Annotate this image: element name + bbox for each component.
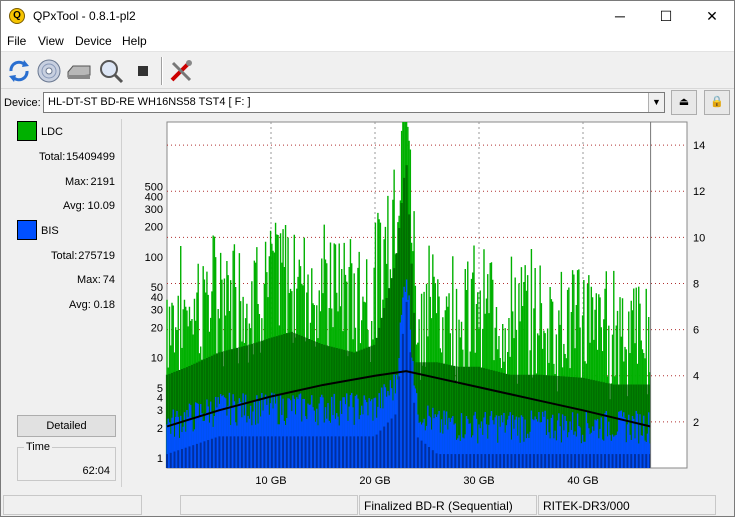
y-left-tick-label: 1 xyxy=(157,453,163,465)
y-left-tick-label: 300 xyxy=(145,204,163,216)
y-left-tick-label: 30 xyxy=(151,305,163,317)
refresh-icon[interactable] xyxy=(5,57,33,85)
drive-icon[interactable] xyxy=(65,57,93,85)
device-select-value: HL-DT-ST BD-RE WH16NS58 TST4 [ F: ] xyxy=(48,96,251,108)
y-right-tick-label: 2 xyxy=(693,417,699,429)
y-left-tick-label: 2 xyxy=(157,423,163,435)
y-left-tick-label: 20 xyxy=(151,322,163,334)
y-left-tick-label: 100 xyxy=(145,252,163,264)
y-left-tick-label: 3 xyxy=(157,405,163,417)
bis-name: BIS xyxy=(41,225,59,237)
ldc-total-label: Total: xyxy=(39,151,66,163)
menu-file[interactable]: File xyxy=(7,34,26,48)
ldc-max-value: 2191 xyxy=(90,176,115,188)
ldc-avg-value: 10.09 xyxy=(87,200,115,212)
stop-icon[interactable] xyxy=(129,57,157,85)
title-bar: Q QPxTool - 0.8.1-pl2 ─ ☐ ✕ xyxy=(1,1,734,31)
chart-svg: 10 GB 20 GB 30 GB 40 GB24681012141234510203… xyxy=(145,121,705,487)
bis-legend-icon xyxy=(17,220,37,240)
ldc-max-label: Max: xyxy=(65,176,89,188)
status-pane-1 xyxy=(3,495,142,515)
close-button[interactable]: ✕ xyxy=(689,1,735,31)
detailed-button[interactable]: Detailed xyxy=(17,415,116,437)
ldc-total-value: 15409499 xyxy=(66,151,115,163)
lock-button[interactable]: 🔒 xyxy=(704,90,730,115)
disc-icon[interactable] xyxy=(35,57,63,85)
menu-bar: File View Device Help xyxy=(1,31,734,52)
menu-device[interactable]: Device xyxy=(75,34,112,48)
y-left-tick-label: 5 xyxy=(157,383,163,395)
y-right-tick-label: 10 xyxy=(693,232,705,244)
eject-button[interactable]: ⏏ xyxy=(671,90,697,115)
bis-max-label: Max: xyxy=(77,274,101,286)
scan-icon[interactable] xyxy=(97,57,125,85)
device-select[interactable]: HL-DT-ST BD-RE WH16NS58 TST4 [ F: ] ▼ xyxy=(43,92,665,113)
x-tick-label: 10 GB xyxy=(255,475,286,487)
bis-total-label: Total: xyxy=(51,250,78,262)
stats-panel: LDC Total: 15409499 Max: 2191 Avg: 10.09… xyxy=(10,119,122,487)
y-left-tick-label: 10 xyxy=(151,353,163,365)
device-label: Device: xyxy=(4,97,41,109)
y-left-tick-label: 200 xyxy=(145,222,163,234)
window-title: QPxTool - 0.8.1-pl2 xyxy=(33,9,136,23)
ldc-avg-label: Avg: xyxy=(63,200,85,212)
tools-icon[interactable] xyxy=(167,57,195,85)
minimize-button[interactable]: ─ xyxy=(597,1,643,31)
status-media: Finalized BD-R (Sequential) xyxy=(359,495,537,515)
chart-area: 10 GB 20 GB 30 GB 40 GB 2 4 6 8 10 12 14 1 2 3 4 5 10 20 3… xyxy=(121,117,735,491)
app-window: Q QPxTool - 0.8.1-pl2 ─ ☐ ✕ File View De… xyxy=(0,0,735,517)
bis-avg-value: 0.18 xyxy=(93,299,115,311)
x-tick-label: 20 GB xyxy=(359,475,390,487)
bis-total-value: 275719 xyxy=(78,250,115,262)
toolbar-separator xyxy=(161,57,163,85)
menu-view[interactable]: View xyxy=(38,34,64,48)
chevron-down-icon[interactable]: ▼ xyxy=(648,93,664,112)
status-bar: Finalized BD-R (Sequential) RITEK-DR3/00… xyxy=(1,493,734,516)
y-right-tick-label: 8 xyxy=(693,278,699,290)
maximize-button[interactable]: ☐ xyxy=(643,1,689,31)
device-row: Device: HL-DT-ST BD-RE WH16NS58 TST4 [ F… xyxy=(1,90,734,116)
bis-avg-label: Avg: xyxy=(69,299,91,311)
toolbar xyxy=(1,53,734,89)
time-group: Time 62:04 xyxy=(17,441,116,481)
x-tick-label: 30 GB xyxy=(463,475,494,487)
y-left-tick-label: 50 xyxy=(151,282,163,294)
status-media-id: RITEK-DR3/000 xyxy=(538,495,716,515)
menu-help[interactable]: Help xyxy=(122,34,147,48)
y-right-tick-label: 12 xyxy=(693,186,705,198)
bis-max-value: 74 xyxy=(102,274,115,286)
ldc-legend-icon xyxy=(17,121,37,141)
y-left-tick-label: 500 xyxy=(145,182,163,194)
ldc-name: LDC xyxy=(41,126,64,138)
status-pane-2 xyxy=(180,495,358,515)
y-right-tick-label: 4 xyxy=(693,371,699,383)
x-tick-label: 40 GB xyxy=(567,475,598,487)
y-right-tick-label: 14 xyxy=(693,140,705,152)
qpxtool-logo-icon: Q xyxy=(9,8,25,24)
time-value: 62:04 xyxy=(82,465,110,477)
time-label: Time xyxy=(24,441,53,453)
y-right-tick-label: 6 xyxy=(693,325,699,337)
